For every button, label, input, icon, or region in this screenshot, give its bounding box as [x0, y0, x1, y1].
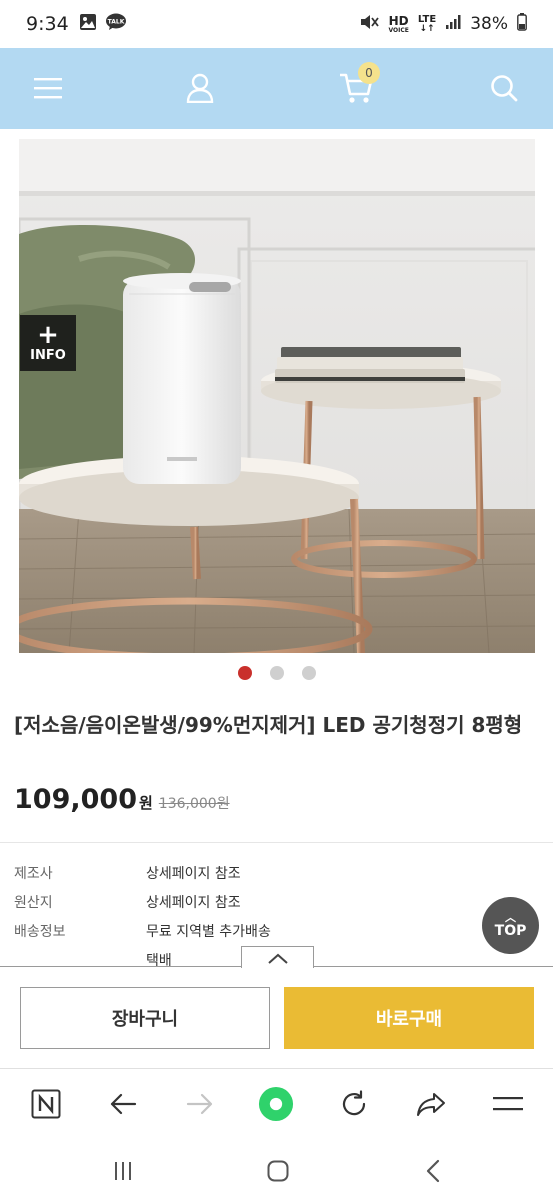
account-button[interactable]: [180, 68, 220, 108]
scroll-top-button[interactable]: ︿ TOP: [482, 897, 539, 954]
product-image-carousel[interactable]: + INFO: [19, 139, 535, 653]
chevron-left-icon: [426, 1159, 440, 1183]
plus-icon: +: [37, 319, 59, 350]
buy-now-button[interactable]: 바로구매: [284, 987, 534, 1049]
price-currency: 원: [138, 794, 153, 812]
search-icon: [491, 75, 518, 102]
share-button[interactable]: [413, 1086, 449, 1122]
divider: [0, 842, 553, 843]
system-navigation-bar: [0, 1138, 553, 1200]
status-bar: 9:34 TALK HD VOICE LTE ↓↑ 38%: [0, 0, 553, 48]
svg-text:TALK: TALK: [107, 18, 124, 25]
info-key: 원산지: [14, 894, 53, 911]
browser-toolbar: [0, 1068, 553, 1138]
mute-icon: [359, 13, 380, 36]
cart-button[interactable]: 0: [336, 62, 380, 108]
info-button[interactable]: + INFO: [20, 315, 76, 371]
system-back-button[interactable]: [418, 1156, 448, 1186]
info-row-shipping: 배송정보 무료 지역별 추가배송: [14, 916, 474, 945]
product-title: [저소음/음이온발생/99%먼지제거] LED 공기청정기 8평형: [14, 713, 523, 737]
back-button[interactable]: [105, 1086, 141, 1122]
info-row-origin: 원산지 상세페이지 참조: [14, 887, 474, 916]
carousel-dot[interactable]: [237, 666, 252, 680]
carousel-dot[interactable]: [269, 666, 284, 680]
carousel-dot[interactable]: [301, 666, 316, 680]
menu-button[interactable]: [28, 68, 68, 108]
purchase-action-bar: 장바구니 바로구매: [0, 967, 553, 1067]
recent-apps-icon: [115, 1162, 131, 1180]
info-key: 배송정보: [14, 923, 66, 940]
hd-voice-indicator: HD VOICE: [388, 15, 408, 34]
chevron-up-icon: ︿: [505, 910, 516, 924]
info-label: INFO: [30, 347, 66, 363]
voice-label: VOICE: [388, 26, 409, 34]
menu-icon: [34, 78, 62, 99]
naver-icon: [31, 1089, 61, 1119]
recent-apps-button[interactable]: [108, 1156, 138, 1186]
data-arrows-icon: ↓↑: [419, 24, 435, 34]
battery-percent: 38%: [470, 14, 508, 34]
info-value: 상세페이지 참조: [146, 894, 241, 911]
price-row: 109,000 원 136,000원: [14, 784, 230, 815]
site-header: 0: [0, 48, 553, 129]
sheet-toggle-tab[interactable]: [241, 946, 314, 968]
talk-notification-icon: TALK: [105, 13, 127, 36]
home-button[interactable]: [263, 1156, 293, 1186]
gallery-notification-icon: [79, 13, 97, 36]
arrow-right-icon: [186, 1093, 213, 1115]
carousel-dots: [0, 666, 553, 680]
browser-menu-button[interactable]: [490, 1086, 526, 1122]
info-row-manufacturer: 제조사 상세페이지 참조: [14, 858, 474, 887]
arrow-left-icon: [110, 1093, 137, 1115]
forward-button[interactable]: [182, 1086, 218, 1122]
info-value: 무료 지역별 추가배송: [146, 923, 271, 940]
refresh-icon: [342, 1090, 366, 1116]
status-time: 9:34: [26, 13, 69, 35]
user-icon: [186, 73, 214, 103]
original-price: 136,000원: [158, 796, 230, 812]
info-key: 제조사: [14, 865, 53, 882]
battery-icon: [517, 12, 527, 36]
menu-icon: [493, 1097, 523, 1111]
green-dot-button[interactable]: [258, 1086, 294, 1122]
naver-home-button[interactable]: [28, 1086, 64, 1122]
top-label: TOP: [494, 922, 527, 939]
refresh-button[interactable]: [336, 1086, 372, 1122]
cart-count-badge: 0: [358, 62, 380, 84]
signal-icon: [445, 14, 461, 35]
hd-label: HD: [388, 13, 409, 28]
product-photo: [19, 139, 535, 653]
green-dot-icon: [258, 1086, 294, 1122]
sale-price: 109,000: [14, 784, 137, 815]
info-value: 상세페이지 참조: [146, 865, 241, 882]
add-to-cart-button[interactable]: 장바구니: [20, 987, 270, 1049]
share-icon: [417, 1093, 445, 1116]
search-button[interactable]: [484, 68, 524, 108]
chevron-up-icon: [267, 953, 288, 964]
lte-indicator: LTE ↓↑: [418, 14, 436, 34]
home-icon: [267, 1160, 289, 1182]
